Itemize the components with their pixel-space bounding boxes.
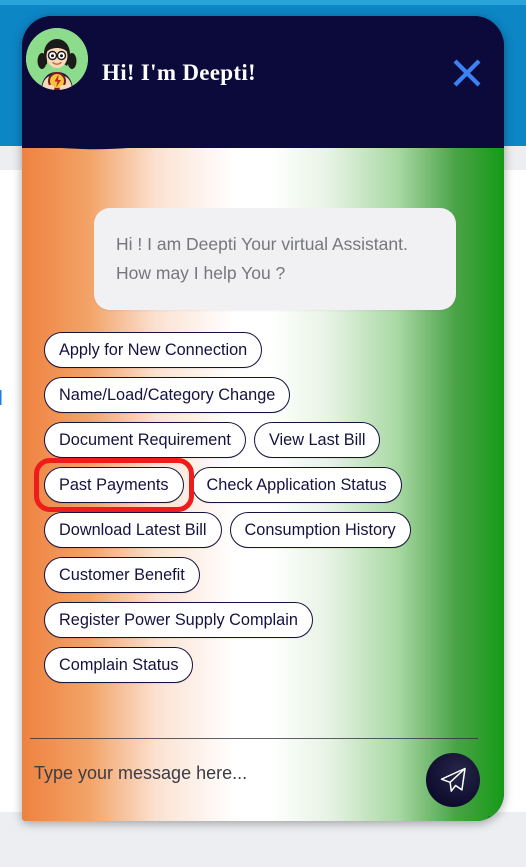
chat-header: Hi! I'm Deepti! — [22, 16, 504, 148]
quick-reply-download-latest-bill[interactable]: Download Latest Bill — [44, 512, 222, 548]
quick-reply-customer-benefit[interactable]: Customer Benefit — [44, 557, 200, 593]
site-partial-link[interactable]: al — [0, 388, 3, 411]
quick-reply-name-load-category-change[interactable]: Name/Load/Category Change — [44, 377, 291, 413]
composer — [22, 739, 504, 821]
bot-message-bubble: Hi ! I am Deepti Your virtual Assistant.… — [94, 208, 456, 310]
page-title: Hi! I'm Deepti! — [102, 60, 256, 85]
quick-reply-register-power-supply-complain[interactable]: Register Power Supply Complain — [44, 602, 313, 638]
chatbot-widget: Hi! I'm Deepti! Hi ! I am Deepti Your vi… — [22, 16, 504, 821]
bot-message-line-1: Hi ! I am Deepti Your virtual Assistant. — [116, 234, 408, 254]
quick-reply-consumption-history[interactable]: Consumption History — [229, 512, 411, 548]
quick-reply-document-requirement[interactable]: Document Requirement — [44, 422, 246, 458]
message-input[interactable] — [34, 763, 364, 784]
quick-reply-complain-status[interactable]: Complain Status — [44, 647, 194, 683]
deepti-avatar-icon — [26, 28, 88, 90]
quick-reply-check-application-status[interactable]: Check Application Status — [191, 467, 402, 503]
close-icon[interactable] — [446, 52, 488, 94]
quick-reply-view-last-bill[interactable]: View Last Bill — [253, 422, 381, 458]
widget-pointer-tail — [488, 816, 504, 821]
bot-message-line-2: How may I help You ? — [116, 263, 286, 283]
quick-reply-past-payments[interactable]: Past Payments — [44, 467, 184, 503]
quick-reply-list: Apply for New Connection Name/Load/Categ… — [44, 332, 464, 683]
quick-reply-apply-for-new-connection[interactable]: Apply for New Connection — [44, 332, 263, 368]
send-paper-plane-icon[interactable] — [426, 753, 480, 807]
conversation-area: Hi ! I am Deepti Your virtual Assistant.… — [22, 166, 504, 711]
